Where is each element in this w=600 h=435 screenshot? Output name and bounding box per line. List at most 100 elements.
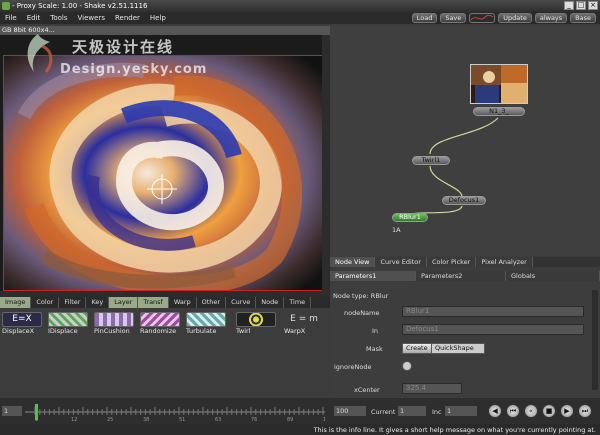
viewer-vertical-scrollbar[interactable] <box>322 35 330 297</box>
pincushion-icon <box>94 312 134 327</box>
tool-label: DisplaceX <box>2 327 35 335</box>
menu-tools[interactable]: Tools <box>45 12 72 24</box>
menu-file[interactable]: File <box>0 12 22 24</box>
always-button[interactable]: always <box>534 13 568 23</box>
rewind-icon[interactable]: « <box>524 404 538 418</box>
base-button[interactable]: Base <box>570 13 596 23</box>
nodename-label: nodeName <box>344 309 380 317</box>
tooltab-color[interactable]: Color <box>31 297 60 308</box>
play-icon[interactable]: ▶ <box>560 404 574 418</box>
playhead-marker[interactable] <box>35 404 38 420</box>
node-type-label: Node type: RBlur <box>333 292 389 300</box>
tool-warpx[interactable]: E = m WarpX <box>284 312 328 335</box>
play-backward-icon[interactable]: ◀ <box>488 404 502 418</box>
maximize-button[interactable]: □ <box>576 1 586 10</box>
current-frame-field[interactable]: 1 <box>398 406 426 416</box>
warpx-icon: E = m <box>284 312 324 327</box>
tooltab-warp[interactable]: Warp <box>169 297 197 308</box>
tab-curve-editor[interactable]: Curve Editor <box>375 257 427 267</box>
shake-application: - Proxy Scale: 1.00 - Shake v2.51.1116 _… <box>0 0 600 435</box>
watermark-english-text: Design.yesky.com <box>60 62 208 77</box>
tool-tabs: Image Color Filter Key Layer Transf Warp… <box>0 297 330 308</box>
tooltab-other[interactable]: Other <box>197 297 227 308</box>
curve-icon <box>470 14 494 21</box>
close-button[interactable]: × <box>588 1 598 10</box>
mask-type-dropdown[interactable]: QuickShape <box>431 343 485 354</box>
tool-label: Turbulate <box>186 327 217 335</box>
tab-parameters1[interactable]: Parameters1 <box>330 271 416 281</box>
minimize-button[interactable]: _ <box>564 1 574 10</box>
current-frame-label: Current <box>371 408 396 416</box>
ruler-tick-label: 63 <box>215 417 221 422</box>
stop-icon[interactable]: ■ <box>542 404 556 418</box>
menu-viewers[interactable]: Viewers <box>73 12 110 24</box>
tooltab-node[interactable]: Node <box>256 297 285 308</box>
file-node[interactable]: N1_3_ <box>473 107 525 116</box>
tooltab-image[interactable]: Image <box>0 297 32 308</box>
create-mask-button[interactable]: Create <box>402 343 432 354</box>
ruler-tick-label: 12 <box>71 417 77 422</box>
turbulate-icon <box>186 312 226 327</box>
thumbnail-image <box>471 65 527 103</box>
ruler-tick-label: 100 <box>323 417 325 422</box>
menu-render[interactable]: Render <box>110 12 145 24</box>
tool-pincushion[interactable]: PinCushion <box>94 312 138 335</box>
tooltab-transform[interactable]: Transf <box>138 297 169 308</box>
parameters-scrollbar[interactable] <box>592 290 598 390</box>
mask-label: Mask <box>366 345 383 353</box>
xcenter-field[interactable]: 325.4 <box>402 383 462 394</box>
ignore-node-toggle[interactable] <box>402 361 412 371</box>
tool-turbulate[interactable]: Turbulate <box>186 312 230 335</box>
load-button[interactable]: Load <box>411 13 438 23</box>
time-start-field[interactable]: 1 <box>2 406 22 416</box>
tool-label: PinCushion <box>94 327 130 335</box>
update-button[interactable]: Update <box>498 13 532 23</box>
tooltab-layer[interactable]: Layer <box>109 297 139 308</box>
tool-randomize[interactable]: Randomize <box>140 312 184 335</box>
tool-twirl[interactable]: Twirl <box>236 312 280 335</box>
tab-globals[interactable]: Globals <box>506 271 600 281</box>
tool-shelf: E=X DisplaceX IDisplace PinCushion Rando… <box>0 308 330 396</box>
tooltab-time[interactable]: Time <box>284 297 312 308</box>
ignore-node-label: ignoreNode <box>334 363 372 371</box>
file-node-thumbnail[interactable] <box>470 64 528 104</box>
tab-color-picker[interactable]: Color Picker <box>426 257 477 267</box>
tool-displacex[interactable]: E=X DisplaceX <box>2 312 46 335</box>
ruler-tick-label: 76 <box>251 417 257 422</box>
twirl-icon <box>236 312 276 327</box>
time-ruler[interactable]: 112253851637689100 <box>25 402 325 422</box>
in-field[interactable]: Defocus1 <box>402 324 584 335</box>
tooltab-curve[interactable]: Curve <box>226 297 257 308</box>
tooltab-filter[interactable]: Filter <box>59 297 87 308</box>
menu-help[interactable]: Help <box>145 12 171 24</box>
tab-pixel-analyzer[interactable]: Pixel Analyzer <box>476 257 533 267</box>
rblur-node-label: 1A <box>392 226 401 234</box>
increment-field[interactable]: 1 <box>445 406 477 416</box>
defocus-node[interactable]: Defocus1 <box>442 196 486 205</box>
increment-label: Inc <box>432 408 442 416</box>
app-icon <box>2 2 10 10</box>
viewer-frame[interactable] <box>3 55 323 291</box>
node-view-toolbar: Load Save Update always Base <box>411 12 600 24</box>
in-label: In <box>372 327 379 335</box>
tooltab-key[interactable]: Key <box>86 297 110 308</box>
nodename-field[interactable]: RBlur1 <box>402 306 584 317</box>
tool-label: Twirl <box>236 327 251 335</box>
tab-node-view[interactable]: Node View <box>330 257 376 267</box>
curve-preview-button[interactable] <box>469 13 496 23</box>
node-view[interactable]: N1_3_ Twirl1 Defocus1 RBlur1 1A <box>330 26 600 256</box>
menu-edit[interactable]: Edit <box>22 12 46 24</box>
step-forward-icon[interactable]: ⏭ <box>578 404 592 418</box>
displacex-icon: E=X <box>2 312 42 327</box>
window-title: - Proxy Scale: 1.00 - Shake v2.51.1116 <box>12 2 148 10</box>
tool-idisplace[interactable]: IDisplace <box>48 312 92 335</box>
tool-label: WarpX <box>284 327 306 335</box>
save-button[interactable]: Save <box>440 13 467 23</box>
rblur-node[interactable]: RBlur1 <box>392 213 428 222</box>
ruler-tick-label: 89 <box>287 417 293 422</box>
tab-parameters2[interactable]: Parameters2 <box>416 271 506 281</box>
twirl-node[interactable]: Twirl1 <box>412 156 450 165</box>
idisplace-icon <box>48 312 88 327</box>
step-backward-icon[interactable]: ⏮ <box>506 404 520 418</box>
time-end-field[interactable]: 100 <box>334 406 366 416</box>
